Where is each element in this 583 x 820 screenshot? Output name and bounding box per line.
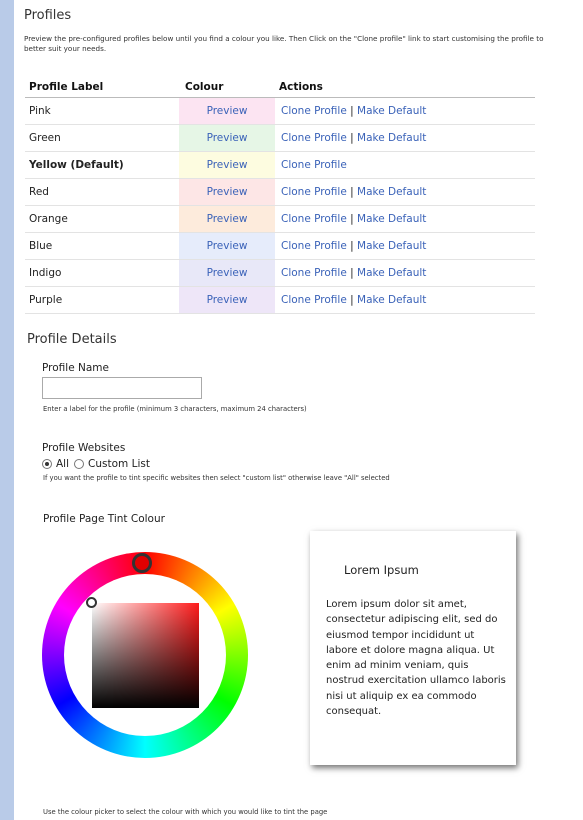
action-separator: | — [350, 294, 354, 306]
profile-label: Yellow (Default) — [25, 151, 179, 179]
profile-name-label: Profile Name — [42, 362, 109, 374]
actions-cell: Clone Profile — [275, 151, 535, 179]
clone-profile-link[interactable]: Clone Profile — [281, 159, 347, 171]
make-default-link[interactable]: Make Default — [357, 267, 426, 279]
profiles-intro: Preview the pre-configured profiles belo… — [24, 34, 544, 53]
table-row: Orange Preview Clone Profile | Make Defaul… — [25, 205, 535, 233]
clone-profile-link[interactable]: Clone Profile — [281, 132, 347, 144]
actions-cell: Clone Profile | Make Default — [275, 259, 535, 287]
preview-link[interactable]: Preview — [207, 294, 248, 306]
table-row: Purple Preview Clone Profile | Make Defaul… — [25, 286, 535, 314]
radio-all-label[interactable]: All — [56, 458, 69, 470]
colour-picker-help: Use the colour picker to select the colo… — [43, 808, 328, 816]
table-row: Red Preview Clone Profile | Make Default — [25, 178, 535, 206]
profile-label: Red — [25, 178, 179, 206]
profile-label: Orange — [25, 205, 179, 233]
profiles-table: Profile Label Colour Actions Pink Preview… — [25, 77, 535, 314]
profile-websites-label: Profile Websites — [42, 442, 126, 454]
action-separator: | — [350, 105, 354, 117]
main-panel: Profiles Preview the pre-configured prof… — [14, 0, 583, 820]
colour-swatch-cell: Preview — [179, 151, 275, 179]
websites-radio-group: All Custom List — [42, 458, 150, 470]
table-row: Pink Preview Clone Profile | Make Default — [25, 97, 535, 125]
radio-all[interactable] — [42, 459, 52, 469]
actions-cell: Clone Profile | Make Default — [275, 286, 535, 314]
actions-cell: Clone Profile | Make Default — [275, 232, 535, 260]
profile-websites-help: If you want the profile to tint specific… — [43, 474, 390, 482]
profile-name-help: Enter a label for the profile (minimum 3… — [43, 405, 307, 413]
radio-custom-list[interactable] — [74, 459, 85, 469]
colour-swatch-cell: Preview — [179, 97, 275, 125]
actions-cell: Clone Profile | Make Default — [275, 97, 535, 125]
colour-swatch-cell: Preview — [179, 259, 275, 287]
profile-label: Green — [25, 124, 179, 152]
action-separator: | — [350, 267, 354, 279]
colour-swatch-cell: Preview — [179, 205, 275, 233]
table-row: Blue Preview Clone Profile | Make Default — [25, 232, 535, 260]
preview-link[interactable]: Preview — [207, 267, 248, 279]
preview-link[interactable]: Preview — [207, 213, 248, 225]
make-default-link[interactable]: Make Default — [357, 132, 426, 144]
actions-cell: Clone Profile | Make Default — [275, 124, 535, 152]
preview-link[interactable]: Preview — [207, 132, 248, 144]
colour-swatch-cell: Preview — [179, 178, 275, 206]
actions-cell: Clone Profile | Make Default — [275, 178, 535, 206]
preview-link[interactable]: Preview — [207, 159, 248, 171]
preview-link[interactable]: Preview — [207, 105, 248, 117]
make-default-link[interactable]: Make Default — [357, 213, 426, 225]
tint-preview-card: Lorem Ipsum Lorem ipsum dolor sit amet, … — [310, 531, 516, 765]
clone-profile-link[interactable]: Clone Profile — [281, 240, 347, 252]
clone-profile-link[interactable]: Clone Profile — [281, 294, 347, 306]
header-colour: Colour — [179, 77, 275, 98]
preview-link[interactable]: Preview — [207, 186, 248, 198]
preview-card-body: Lorem ipsum dolor sit amet, consectetur … — [326, 599, 506, 718]
colour-swatch-cell: Preview — [179, 124, 275, 152]
clone-profile-link[interactable]: Clone Profile — [281, 213, 347, 225]
saturation-value-square[interactable] — [92, 603, 199, 708]
table-row: Indigo Preview Clone Profile | Make Defaul… — [25, 259, 535, 287]
preview-link[interactable]: Preview — [207, 240, 248, 252]
make-default-link[interactable]: Make Default — [357, 186, 426, 198]
table-row: Green Preview Clone Profile | Make Default — [25, 124, 535, 152]
clone-profile-link[interactable]: Clone Profile — [281, 267, 347, 279]
colour-swatch-cell: Preview — [179, 232, 275, 260]
radio-custom-list-label[interactable]: Custom List — [88, 458, 150, 470]
table-row: Yellow (Default) Preview Clone Profile — [25, 151, 535, 179]
action-separator: | — [350, 132, 354, 144]
action-separator: | — [350, 240, 354, 252]
clone-profile-link[interactable]: Clone Profile — [281, 186, 347, 198]
saturation-value-handle[interactable] — [86, 597, 97, 608]
make-default-link[interactable]: Make Default — [357, 294, 426, 306]
colour-picker[interactable] — [42, 552, 248, 758]
profile-label: Purple — [25, 286, 179, 314]
actions-cell: Clone Profile | Make Default — [275, 205, 535, 233]
make-default-link[interactable]: Make Default — [357, 240, 426, 252]
hue-handle[interactable] — [132, 553, 152, 573]
header-profile-label: Profile Label — [25, 77, 179, 98]
tint-colour-label: Profile Page Tint Colour — [43, 513, 165, 525]
table-header-row: Profile Label Colour Actions — [25, 77, 535, 98]
profile-label: Pink — [25, 97, 179, 125]
header-actions: Actions — [275, 77, 535, 98]
make-default-link[interactable]: Make Default — [357, 105, 426, 117]
clone-profile-link[interactable]: Clone Profile — [281, 105, 347, 117]
action-separator: | — [350, 213, 354, 225]
profile-name-input[interactable] — [42, 377, 202, 399]
profile-label: Blue — [25, 232, 179, 260]
profile-details-heading: Profile Details — [27, 332, 117, 347]
colour-swatch-cell: Preview — [179, 286, 275, 314]
profiles-heading: Profiles — [24, 8, 72, 23]
profile-label: Indigo — [25, 259, 179, 287]
action-separator: | — [350, 186, 354, 198]
preview-card-title: Lorem Ipsum — [344, 563, 419, 577]
